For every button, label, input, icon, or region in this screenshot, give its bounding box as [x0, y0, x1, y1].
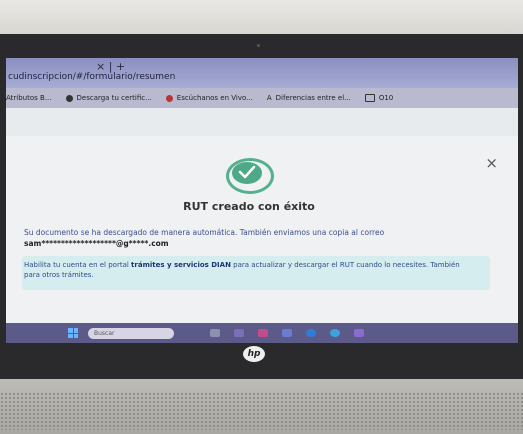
- app-icon-1[interactable]: [234, 329, 244, 337]
- search-placeholder: Buscar: [94, 329, 115, 337]
- info-text: Habilita tu cuenta en el portal trámites…: [24, 260, 464, 280]
- task-view-icon[interactable]: [210, 329, 220, 337]
- letter-a-icon: A: [266, 94, 272, 102]
- modal-title: RUT creado con éxito: [183, 200, 315, 213]
- bookmark-4[interactable]: A Diferencias entre el...: [267, 94, 351, 102]
- bookmark-5[interactable]: O10: [364, 94, 394, 102]
- close-icon[interactable]: ×: [485, 154, 498, 172]
- bookmark-2-label: Descarga tu certific...: [76, 94, 152, 102]
- chrome-icon[interactable]: [330, 329, 340, 337]
- dian-portal-link[interactable]: trámites y servicios DIAN: [131, 261, 231, 269]
- folder-icon: [364, 94, 375, 102]
- url-field[interactable]: cudinscripcion/#/formulario/resumen: [8, 72, 175, 82]
- masked-email: sam*******************@g*****.com: [24, 239, 169, 248]
- page-content: × RUT creado con éxito Su documento se h…: [6, 108, 518, 326]
- checkmark-icon: [238, 165, 256, 179]
- app-icon-4[interactable]: [354, 329, 364, 337]
- bookmark-1[interactable]: Atributos B...: [6, 94, 52, 102]
- app-icon-2[interactable]: [258, 329, 268, 337]
- globe-icon: [65, 94, 73, 102]
- bookmark-1-label: Atributos B...: [6, 94, 52, 102]
- taskbar-search[interactable]: Buscar: [88, 327, 174, 339]
- bookmark-4-label: Diferencias entre el...: [275, 94, 351, 102]
- edge-icon[interactable]: [306, 329, 316, 337]
- bookmark-3-label: Escúchanos en Vivo...: [176, 94, 253, 102]
- bookmark-3[interactable]: Escúchanos en Vivo...: [165, 94, 253, 102]
- hp-logo: hp: [243, 346, 265, 362]
- windows-taskbar: Buscar: [6, 323, 518, 343]
- bookmarks-bar: Atributos B... Descarga tu certific... E…: [6, 88, 518, 108]
- speaker-grille: [0, 392, 523, 430]
- bookmark-2[interactable]: Descarga tu certific...: [65, 94, 152, 102]
- webcam: [257, 44, 260, 47]
- browser-address-bar: × | + cudinscripcion/#/formulario/resume…: [6, 58, 518, 88]
- radio-icon: [165, 94, 173, 102]
- laptop-screen: × | + cudinscripcion/#/formulario/resume…: [6, 58, 518, 343]
- success-modal: × RUT creado con éxito Su documento se h…: [6, 136, 518, 326]
- windows-start-icon[interactable]: [68, 328, 78, 338]
- bookmark-5-label: O10: [378, 94, 394, 102]
- info-prefix: Habilita tu cuenta en el portal: [24, 261, 132, 269]
- modal-message: Su documento se ha descargado de manera …: [24, 227, 494, 249]
- app-icon-3[interactable]: [282, 329, 292, 337]
- message-text: Su documento se ha descargado de manera …: [24, 228, 385, 237]
